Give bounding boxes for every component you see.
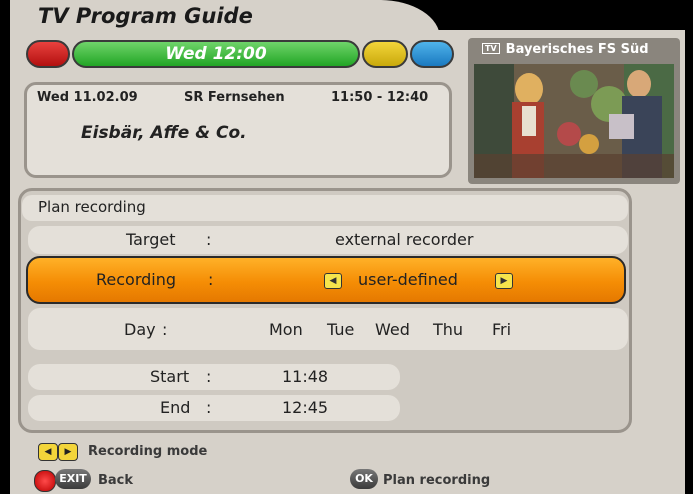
recording-mode-hint: Recording mode (88, 444, 208, 459)
recording-row[interactable]: Recording : ◀ user-defined ▶ (26, 256, 626, 304)
start-value: 11:48 (282, 367, 329, 386)
program-date: Wed 11.02.09 (37, 90, 138, 105)
end-value: 12:45 (282, 398, 329, 417)
epg-screen: TV Program Guide Wed 12:00 Wed 11.02.09 … (0, 0, 693, 494)
day-thu[interactable]: Thu (433, 320, 463, 339)
video-preview (474, 64, 674, 178)
end-row[interactable]: End : 12:45 (28, 395, 400, 421)
day-tue[interactable]: Tue (327, 320, 354, 339)
program-info-box: Wed 11.02.09 SR Fernsehen 11:50 - 12:40 … (24, 82, 452, 178)
day-label: Day (124, 320, 156, 339)
end-label: End (160, 398, 191, 417)
panel-title: Plan recording (38, 198, 146, 216)
program-channel: SR Fernsehen (184, 90, 285, 105)
target-label: Target (126, 230, 176, 249)
program-time: 11:50 - 12:40 (331, 90, 429, 105)
plan-recording-hint: Plan recording (383, 473, 491, 488)
recording-label: Recording (96, 270, 177, 289)
back-hint: Back (98, 473, 134, 488)
preview-channel: Bayerisches FS Süd (505, 42, 649, 57)
left-border (0, 0, 10, 494)
start-row[interactable]: Start : 11:48 (28, 364, 400, 390)
left-arrow-icon: ◀ (38, 443, 58, 461)
target-sep: : (206, 230, 212, 249)
page-title: TV Program Guide (38, 4, 253, 28)
target-row[interactable]: Target : external recorder (28, 226, 628, 254)
tv-icon: TV (482, 43, 500, 54)
right-arrow-icon[interactable]: ▶ (495, 273, 513, 289)
panel-header: Plan recording (22, 195, 628, 221)
start-sep: : (206, 367, 212, 386)
day-wed[interactable]: Wed (375, 320, 410, 339)
video-frame (474, 64, 674, 178)
right-border (685, 0, 693, 494)
target-value: external recorder (335, 230, 474, 249)
day-fri[interactable]: Fri (492, 320, 511, 339)
day-sep: : (162, 320, 168, 339)
blue-button[interactable] (410, 40, 454, 68)
red-button-icon (34, 470, 56, 492)
exit-button[interactable]: EXIT (55, 469, 91, 489)
left-arrow-icon[interactable]: ◀ (324, 273, 342, 289)
recording-sep: : (208, 270, 214, 289)
ok-button[interactable]: OK (350, 469, 378, 489)
current-time-bar[interactable]: Wed 12:00 (72, 40, 360, 68)
start-label: Start (150, 367, 190, 386)
day-mon[interactable]: Mon (269, 320, 303, 339)
program-title: Eisbär, Affe & Co. (81, 123, 247, 143)
red-button[interactable] (26, 40, 70, 68)
day-row[interactable]: Day : Mon Tue Wed Thu Fri (28, 308, 628, 350)
right-arrow-icon: ▶ (58, 443, 78, 461)
yellow-button[interactable] (362, 40, 408, 68)
end-sep: : (206, 398, 212, 417)
recording-value: user-defined (358, 270, 458, 289)
preview-panel: TV Bayerisches FS Süd (468, 38, 680, 184)
preview-channel-label: TV Bayerisches FS Süd (482, 42, 649, 57)
